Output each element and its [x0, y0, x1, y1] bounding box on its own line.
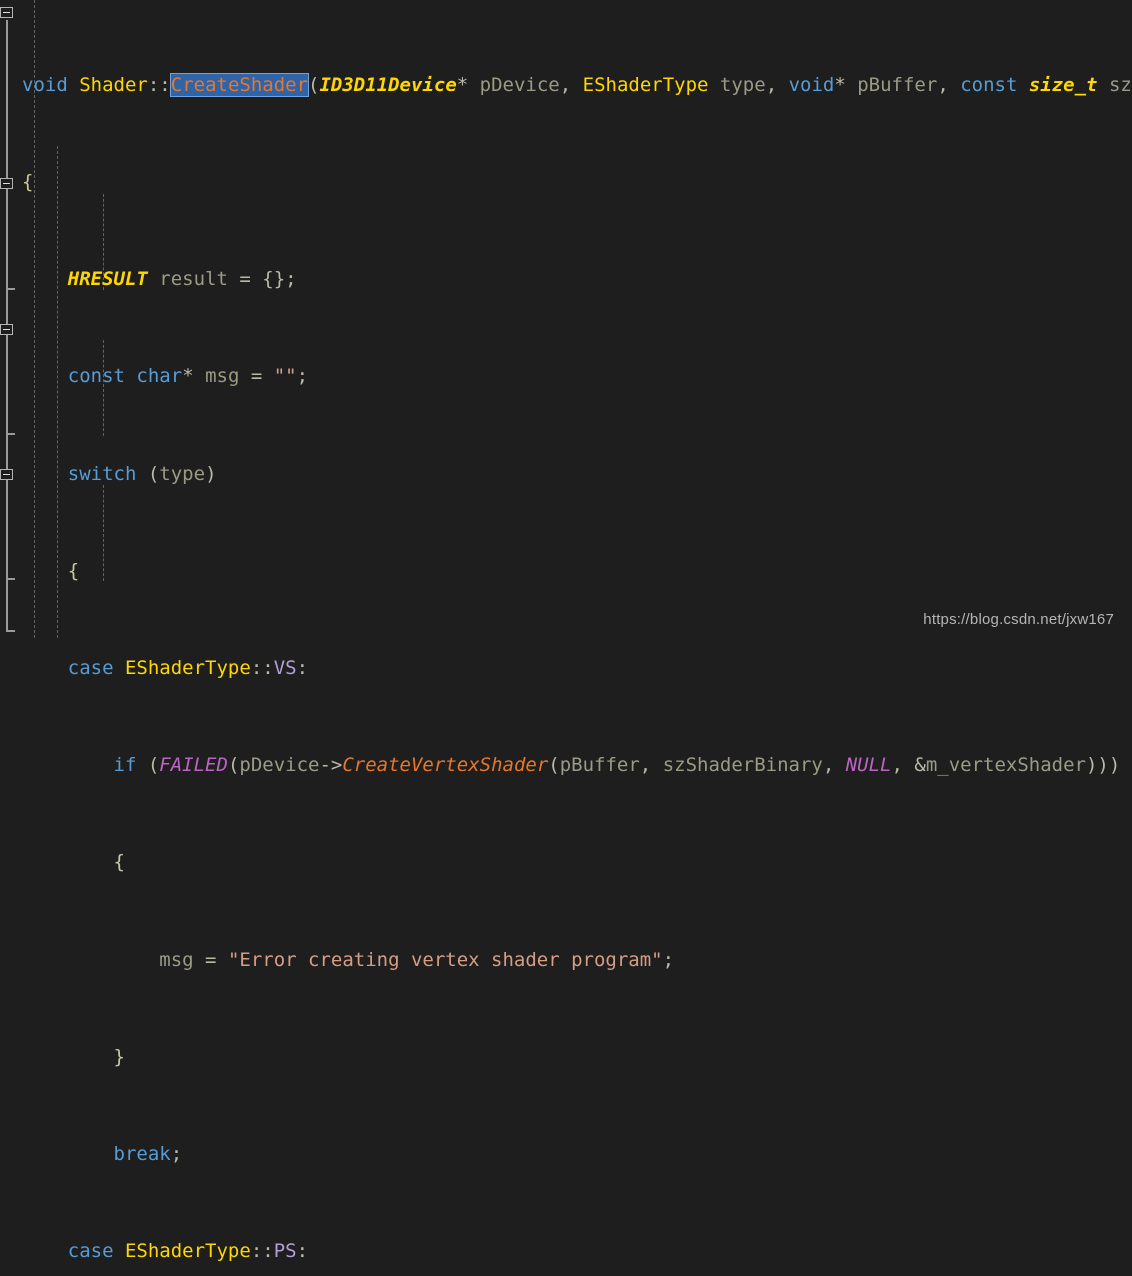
token-keyword-if: if	[113, 754, 137, 777]
fold-spine-if-gs	[6, 481, 8, 580]
line-break-vs[interactable]: break;	[0, 1142, 1132, 1166]
line-case-vs[interactable]: case EShaderType::VS:	[0, 656, 1132, 680]
token-macro-null: NULL	[845, 754, 892, 777]
fold-collapse-if-gs-icon[interactable]	[0, 469, 13, 480]
token-type-hresult: HRESULT	[67, 268, 148, 291]
token-param-szshaderbinary: szShaderBinary	[1108, 73, 1132, 96]
fold-collapse-function-icon[interactable]	[0, 7, 13, 18]
line-case-ps[interactable]: case EShaderType::PS:	[0, 1239, 1132, 1263]
fold-end-if-vs-marker	[6, 288, 15, 290]
fold-margin[interactable]	[0, 0, 22, 638]
watermark-url: https://blog.csdn.net/jxw167	[923, 611, 1114, 628]
token-method-createvertexshader: CreateVertexShader	[342, 754, 549, 777]
token-member-vertexshader: m_vertexShader	[925, 754, 1086, 777]
token-var-result: result	[159, 268, 228, 291]
line-switch-open-brace[interactable]: {	[0, 559, 1132, 583]
token-type-shader: Shader	[79, 73, 148, 96]
selected-token[interactable]: CreateShader	[169, 72, 310, 97]
fold-end-if-gs-marker	[6, 578, 15, 580]
line-if-vs-open-brace[interactable]: {	[0, 850, 1132, 874]
fold-collapse-if-ps-icon[interactable]	[0, 324, 13, 335]
line-msg-decl[interactable]: const char* msg = "";	[0, 364, 1132, 388]
token-keyword-break: break	[113, 1142, 171, 1165]
line-if-vs-close-brace[interactable]: }	[0, 1045, 1132, 1069]
token-param-pbuffer: pBuffer	[857, 73, 938, 96]
code-text-area[interactable]: void Shader::CreateShader(ID3D11Device* …	[0, 0, 1132, 1262]
fold-spine-if-vs	[6, 190, 8, 290]
token-string-vertex-error: "Error creating vertex shader program"	[227, 948, 663, 971]
line-if-vertex-shader[interactable]: if (FAILED(pDevice->CreateVertexShader(p…	[0, 753, 1132, 777]
line-msg-vertex-error[interactable]: msg = "Error creating vertex shader prog…	[0, 948, 1132, 972]
code-editor[interactable]: void Shader::CreateShader(ID3D11Device* …	[0, 0, 1132, 1262]
line-function-open-brace[interactable]: {	[0, 170, 1132, 194]
token-keyword-case: case	[67, 657, 114, 680]
fold-spine-if-ps	[6, 336, 8, 435]
token-macro-failed: FAILED	[159, 754, 228, 777]
line-switch[interactable]: switch (type)	[0, 462, 1132, 486]
token-var-msg: msg	[205, 365, 240, 388]
line-hresult-decl[interactable]: HRESULT result = {};	[0, 267, 1132, 291]
token-type-eshadertype: EShaderType	[582, 73, 709, 96]
token-param-pdevice: pDevice	[479, 73, 560, 96]
token-string-empty: ""	[273, 365, 297, 388]
token-param-type: type	[719, 73, 766, 96]
fold-end-if-ps-marker	[6, 433, 15, 435]
token-type-id3d11device: ID3D11Device	[319, 73, 457, 96]
token-keyword-void: void	[22, 73, 68, 96]
line-function-signature[interactable]: void Shader::CreateShader(ID3D11Device* …	[0, 72, 1132, 97]
fold-end-function-marker	[6, 630, 15, 632]
fold-collapse-if-vs-icon[interactable]	[0, 178, 13, 189]
token-keyword-switch: switch	[67, 462, 137, 485]
token-type-size-t: size_t	[1028, 73, 1098, 96]
token-enum-vs: VS	[273, 657, 297, 680]
token-enum-ps: PS	[273, 1240, 297, 1263]
